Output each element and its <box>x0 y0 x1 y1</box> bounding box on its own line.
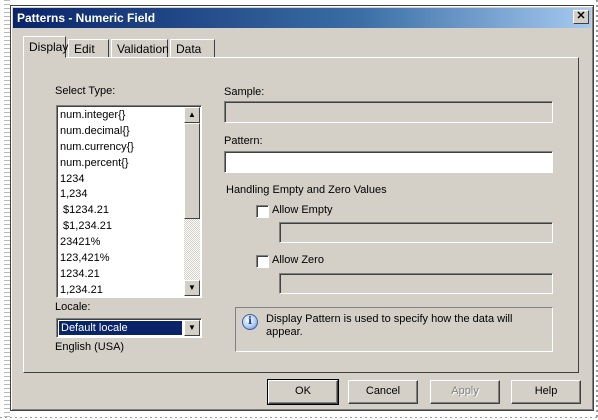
cancel-button[interactable]: Cancel <box>348 380 418 404</box>
list-item[interactable]: num.decimal{} <box>60 124 184 140</box>
title-bar[interactable]: Patterns - Numeric Field ✕ <box>13 8 591 28</box>
scroll-up-button[interactable]: ▲ <box>184 107 200 123</box>
allow-zero-field <box>279 273 553 294</box>
list-item[interactable]: 23421% <box>60 235 184 251</box>
locale-select[interactable]: Default locale ▼ <box>56 318 202 338</box>
locale-selected-value: Default locale <box>59 321 182 335</box>
list-item[interactable]: num.currency{} <box>60 140 184 156</box>
ok-button[interactable]: OK <box>267 379 339 405</box>
pattern-input[interactable] <box>224 151 553 173</box>
list-scrollbar[interactable]: ▲ ▼ <box>184 107 200 296</box>
locale-dropdown-button[interactable]: ▼ <box>184 320 200 336</box>
dialog-window: Patterns - Numeric Field ✕ Display Edit … <box>10 5 594 411</box>
list-item[interactable]: 1,234.21 <box>60 283 184 297</box>
background-dots-left <box>0 0 10 420</box>
scroll-down-button[interactable]: ▼ <box>184 280 200 296</box>
tab-display[interactable]: Display <box>23 36 68 58</box>
select-type-label: Select Type: <box>55 85 116 97</box>
allow-empty-field <box>279 222 553 243</box>
dialog-title: Patterns - Numeric Field <box>17 11 156 25</box>
tab-edit[interactable]: Edit <box>68 39 109 58</box>
sample-field <box>224 101 553 123</box>
locale-description: English (USA) <box>55 341 125 353</box>
scroll-thumb[interactable] <box>184 123 200 219</box>
info-box: i Display Pattern is used to specify how… <box>235 307 553 352</box>
allow-empty-label[interactable]: Allow Empty <box>272 204 333 216</box>
list-item[interactable]: $1234.21 <box>60 203 184 219</box>
allow-empty-checkbox[interactable] <box>256 205 269 218</box>
close-button[interactable]: ✕ <box>573 10 589 24</box>
allow-zero-label[interactable]: Allow Zero <box>272 254 324 266</box>
info-icon: i <box>242 314 258 330</box>
tab-data[interactable]: Data <box>170 39 215 58</box>
locale-label: Locale: <box>55 301 91 313</box>
apply-button[interactable]: Apply <box>430 380 500 404</box>
tab-validation[interactable]: Validation <box>111 39 169 58</box>
sample-label: Sample: <box>224 86 265 98</box>
pattern-label: Pattern: <box>224 135 263 147</box>
help-button[interactable]: Help <box>511 380 581 404</box>
list-item[interactable]: num.percent{} <box>60 156 184 172</box>
list-item[interactable]: num.integer{} <box>60 108 184 124</box>
list-item[interactable]: 1234.21 <box>60 267 184 283</box>
background-dots-bottom <box>0 417 598 418</box>
select-type-items: num.integer{} num.decimal{} num.currency{}… <box>60 108 184 297</box>
list-item[interactable]: 123,421% <box>60 251 184 267</box>
info-text: Display Pattern is used to specify how t… <box>266 313 513 338</box>
select-type-listbox[interactable]: num.integer{} num.decimal{} num.currency{}… <box>56 105 202 298</box>
allow-zero-checkbox[interactable] <box>256 255 269 268</box>
handling-heading: Handling Empty and Zero Values <box>226 184 387 196</box>
list-item[interactable]: $1,234.21 <box>60 219 184 235</box>
list-item[interactable]: 1234 <box>60 172 184 188</box>
list-item[interactable]: 1,234 <box>60 187 184 203</box>
